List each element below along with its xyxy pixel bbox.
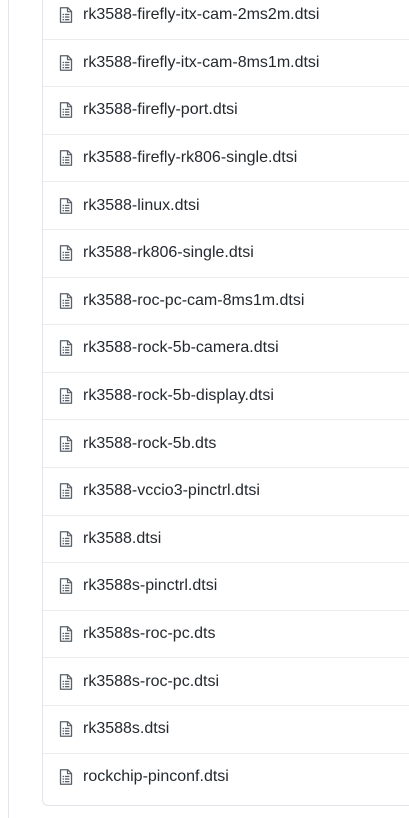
file-row[interactable]: rk3588-linux.dtsi (43, 182, 409, 230)
file-text-icon (58, 245, 74, 262)
file-row[interactable]: rk3588-rk806-single.dtsi (43, 230, 409, 278)
file-row[interactable]: rk3588-firefly-rk806-single.dtsi (43, 135, 409, 183)
file-text-icon (58, 530, 74, 547)
file-text-icon (58, 673, 74, 690)
file-row[interactable]: rk3588-firefly-port.dtsi (43, 87, 409, 135)
file-name[interactable]: rk3588-firefly-itx-cam-8ms1m.dtsi (83, 53, 319, 73)
file-text-icon (58, 7, 74, 24)
file-text-icon (58, 102, 74, 119)
file-text-icon (58, 197, 74, 214)
file-text-icon (58, 769, 74, 786)
file-row[interactable]: rk3588-firefly-itx-cam-2ms2m.dtsi (43, 0, 409, 40)
file-name[interactable]: rk3588s-roc-pc.dtsi (83, 672, 219, 692)
file-name[interactable]: rk3588-roc-pc-cam-8ms1m.dtsi (83, 291, 304, 311)
file-name[interactable]: rockchip-pinconf.dtsi (83, 767, 229, 787)
file-text-icon (58, 54, 74, 71)
file-text-icon (58, 340, 74, 357)
file-name[interactable]: rk3588s.dtsi (83, 719, 169, 739)
file-text-icon (58, 483, 74, 500)
file-name[interactable]: rk3588-vccio3-pinctrl.dtsi (83, 481, 260, 501)
file-row[interactable]: rk3588s-roc-pc.dts (43, 611, 409, 659)
file-name[interactable]: rk3588-rock-5b-display.dtsi (83, 386, 274, 406)
file-row[interactable]: rk3588s-roc-pc.dtsi (43, 658, 409, 706)
file-name[interactable]: rk3588-firefly-itx-cam-2ms2m.dtsi (83, 5, 319, 25)
file-text-icon (58, 578, 74, 595)
file-name[interactable]: rk3588-linux.dtsi (83, 196, 200, 216)
file-row[interactable]: rockchip-pinconf.dtsi (43, 754, 409, 802)
file-name[interactable]: rk3588s-roc-pc.dts (83, 624, 216, 644)
file-text-icon (58, 150, 74, 166)
file-name[interactable]: rk3588-rk806-single.dtsi (83, 243, 254, 263)
file-row[interactable]: rk3588-firefly-itx-cam-8ms1m.dtsi (43, 40, 409, 88)
file-name[interactable]: rk3588-rock-5b-camera.dtsi (83, 338, 279, 358)
file-text-icon (58, 388, 74, 404)
file-list: rk3588-firefly-itx-cam-2ms2m.dtsi rk3588… (42, 0, 409, 806)
file-name[interactable]: rk3588-firefly-port.dtsi (83, 100, 238, 120)
file-text-icon (58, 626, 74, 642)
file-text-icon (58, 292, 74, 309)
file-name[interactable]: rk3588s-pinctrl.dtsi (83, 576, 217, 596)
file-row[interactable]: rk3588-vccio3-pinctrl.dtsi (43, 468, 409, 516)
file-name[interactable]: rk3588.dtsi (83, 529, 161, 549)
file-row[interactable]: rk3588-rock-5b-camera.dtsi (43, 325, 409, 373)
file-row[interactable]: rk3588-roc-pc-cam-8ms1m.dtsi (43, 278, 409, 326)
file-row[interactable]: rk3588.dtsi (43, 516, 409, 564)
file-name[interactable]: rk3588-firefly-rk806-single.dtsi (83, 148, 297, 168)
file-row[interactable]: rk3588-rock-5b.dts (43, 420, 409, 468)
file-row[interactable]: rk3588s.dtsi (43, 706, 409, 754)
file-row[interactable]: rk3588-rock-5b-display.dtsi (43, 373, 409, 421)
file-name[interactable]: rk3588-rock-5b.dts (83, 434, 216, 454)
left-panel-edge (0, 0, 9, 818)
file-row[interactable]: rk3588s-pinctrl.dtsi (43, 563, 409, 611)
file-browser-page: rk3588-firefly-itx-cam-2ms2m.dtsi rk3588… (0, 0, 409, 818)
file-text-icon (58, 721, 74, 738)
file-text-icon (58, 435, 74, 452)
